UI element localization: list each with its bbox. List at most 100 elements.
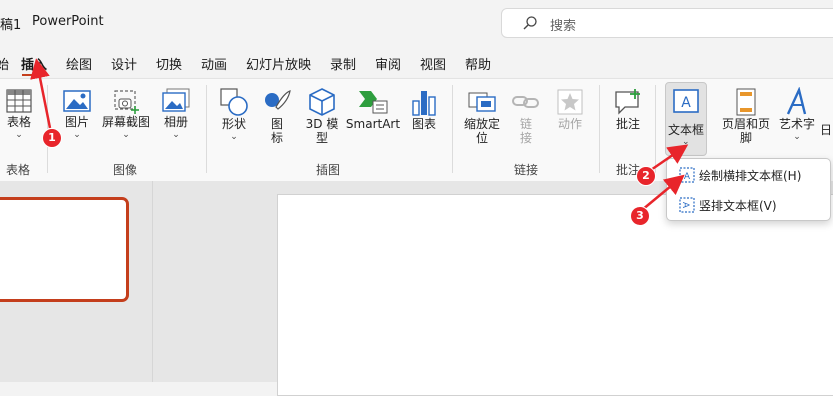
chevron-down-icon: ⌄ (793, 132, 801, 142)
group-divider (655, 85, 656, 173)
action-button[interactable]: 动作 (552, 87, 588, 131)
chevron-down-icon: ⌄ (122, 130, 130, 140)
table-button[interactable]: 表格 ⌄ (4, 87, 34, 140)
tab-animations[interactable]: 动画 (201, 54, 227, 73)
icons-button[interactable]: 图 标 (261, 87, 293, 145)
photo-album-label: 相册 (163, 115, 188, 129)
chevron-down-icon: ⌄ (172, 130, 180, 140)
picture-icon (63, 90, 91, 112)
title-bar: 稿1 PowerPoint 搜索 (0, 0, 833, 46)
screenshot-button[interactable]: 屏幕截图 ⌄ (100, 87, 152, 140)
tab-slideshow[interactable]: 幻灯片放映 (246, 54, 311, 73)
table-icon (6, 89, 32, 113)
tab-draw[interactable]: 绘图 (66, 54, 92, 73)
textbox-dropdown-menu: A 绘制横排文本框(H) A 竖排文本框(V) (666, 158, 831, 221)
zoom-icon (468, 92, 496, 112)
tab-home[interactable]: 始 (0, 54, 9, 73)
slide-thumbnail-pane (0, 181, 153, 382)
comment-label: 批注 (615, 117, 640, 131)
link-icon (512, 96, 539, 108)
search-placeholder: 搜索 (550, 19, 577, 34)
ribbon-tabs: 始 插入 绘图 设计 切换 动画 幻灯片放映 录制 审阅 视图 帮助 (0, 50, 833, 76)
tab-help[interactable]: 帮助 (465, 54, 491, 73)
star-icon (557, 89, 583, 115)
textbox-label: 文本框 (668, 123, 705, 137)
comment-button[interactable]: 批注 (612, 87, 644, 131)
tab-transitions[interactable]: 切换 (156, 54, 182, 73)
zoom-button[interactable]: 缩放定 位 (462, 87, 502, 145)
chart-button[interactable]: 图表 (408, 87, 440, 131)
group-label-tables: 表格 (6, 163, 31, 177)
smartart-label: SmartArt (345, 117, 401, 131)
photo-album-button[interactable]: 相册 ⌄ (160, 87, 192, 140)
date-time-button[interactable]: 日 (820, 123, 833, 137)
chevron-down-icon: ⌄ (73, 130, 81, 140)
group-divider (452, 85, 453, 173)
chart-label: 图表 (411, 117, 436, 131)
3d-models-button[interactable]: 3D 模 型 (303, 87, 341, 145)
wordart-label: 艺术字 (778, 117, 815, 131)
smartart-icon (359, 91, 388, 114)
menu-item-horizontal-textbox[interactable]: A 绘制横排文本框(H) (675, 163, 823, 187)
group-label-images: 图像 (113, 163, 138, 177)
document-title: 稿1 (0, 18, 22, 33)
screenshot-label: 屏幕截图 (101, 115, 150, 129)
photo-album-icon (162, 88, 190, 112)
svg-text:A: A (680, 202, 690, 209)
step-badge-2: 2 (636, 166, 656, 186)
step-badge-1: 1 (42, 128, 62, 148)
shapes-button[interactable]: 形状 ⌄ (218, 87, 250, 142)
group-label-links: 链接 (514, 163, 539, 177)
header-footer-icon (736, 88, 756, 116)
wordart-button[interactable]: 艺术字 ⌄ (778, 87, 816, 142)
active-tab-indicator (22, 74, 46, 76)
app-name: PowerPoint (32, 14, 104, 29)
zoom-label-line2: 位 (475, 131, 488, 145)
header-footer-button[interactable]: 页眉和页脚 (721, 87, 771, 145)
header-footer-label: 页眉和页脚 (721, 117, 770, 145)
group-divider (206, 85, 207, 173)
group-label-illustrations: 插图 (316, 163, 341, 177)
pictures-button[interactable]: 图片 ⌄ (60, 87, 94, 140)
search-box[interactable]: 搜索 (501, 8, 833, 38)
link-label-line1: 链 (519, 117, 532, 131)
comment-icon (615, 89, 640, 115)
date-time-label: 日 (820, 123, 833, 137)
link-button[interactable]: 链 接 (509, 87, 543, 145)
wordart-icon (786, 87, 807, 115)
tab-review[interactable]: 审阅 (375, 54, 401, 73)
table-label: 表格 (6, 115, 31, 129)
tab-record[interactable]: 录制 (330, 54, 356, 73)
slide-thumbnail[interactable] (0, 197, 129, 302)
textbox-button[interactable]: A 文本框 ⌄ (665, 82, 707, 156)
link-label-line2: 接 (519, 131, 532, 145)
cube-icon (309, 88, 335, 116)
search-icon (523, 16, 537, 30)
horizontal-textbox-icon: A (679, 167, 695, 183)
tab-insert[interactable]: 插入 (21, 54, 47, 73)
3d-models-label-line2: 型 (315, 131, 328, 145)
shapes-label: 形状 (221, 117, 246, 131)
svg-text:A: A (681, 95, 691, 111)
chevron-down-icon: ⌄ (15, 130, 23, 140)
pictures-label: 图片 (64, 115, 89, 129)
tab-design[interactable]: 设计 (111, 54, 137, 73)
chevron-down-icon: ⌄ (682, 137, 690, 147)
zoom-label-line1: 缩放定 (463, 117, 500, 131)
step-badge-3: 3 (630, 206, 650, 226)
smartart-button[interactable]: SmartArt (345, 87, 401, 131)
3d-models-label-line1: 3D 模 (305, 117, 339, 131)
icons-label-line1: 图 (270, 117, 283, 131)
menu-item-vertical-textbox[interactable]: A 竖排文本框(V) (675, 193, 823, 217)
vertical-textbox-label: 竖排文本框(V) (699, 199, 777, 213)
chevron-down-icon: ⌄ (230, 132, 238, 142)
svg-text:A: A (684, 172, 691, 182)
shapes-icon (220, 88, 248, 116)
icons-label-line2: 标 (270, 131, 283, 145)
textbox-icon: A (673, 89, 699, 113)
horizontal-textbox-label: 绘制横排文本框(H) (699, 169, 802, 183)
slide-canvas[interactable] (277, 194, 833, 396)
action-label: 动作 (557, 117, 582, 131)
screenshot-icon (114, 90, 139, 114)
tab-view[interactable]: 视图 (420, 54, 446, 73)
